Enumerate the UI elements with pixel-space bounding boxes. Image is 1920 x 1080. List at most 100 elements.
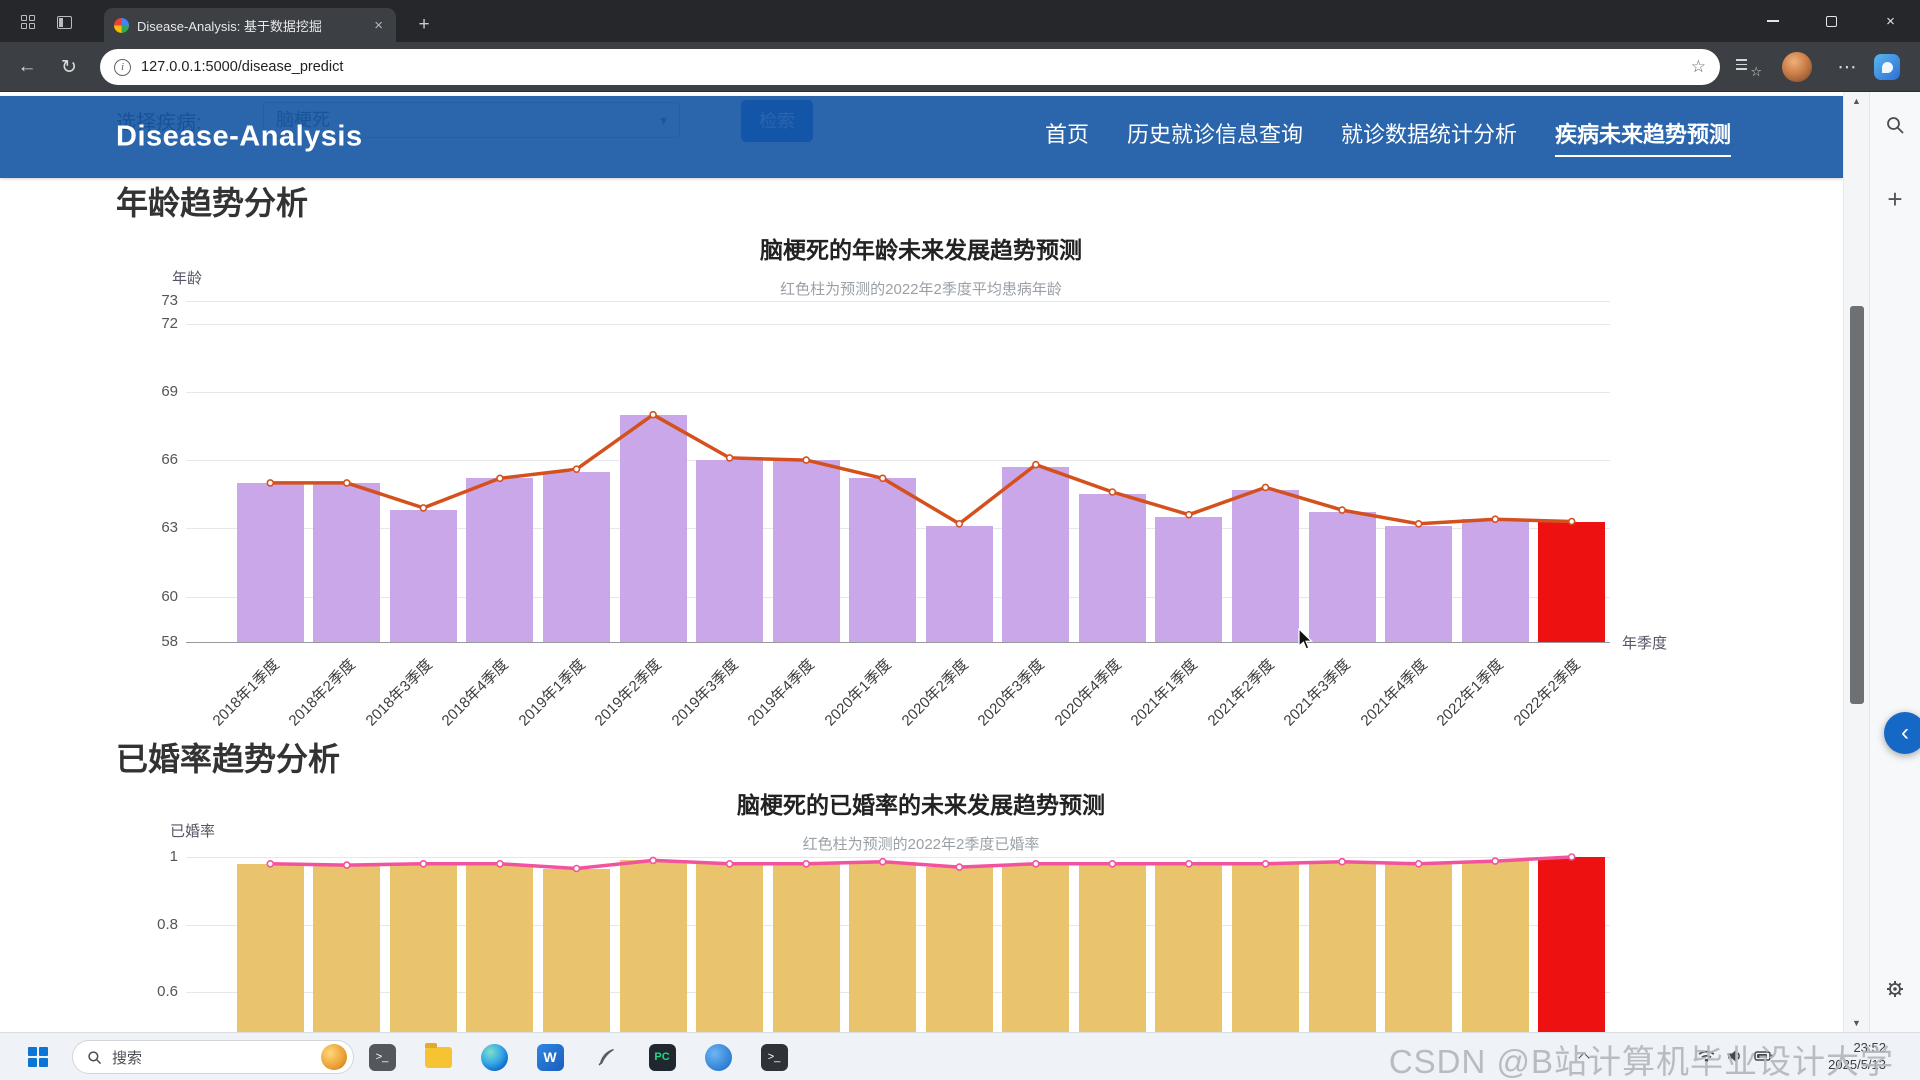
site-info-icon[interactable]: i [114, 59, 131, 76]
back-button[interactable]: ← [10, 51, 44, 83]
bar[interactable] [1002, 864, 1069, 1032]
x-tick-label: 2020年1季度 [819, 654, 895, 730]
bar[interactable] [696, 460, 763, 642]
bar[interactable] [466, 478, 533, 642]
browser-toolbar: ← ↻ i 127.0.0.1:5000/disease_predict ☆ ☆… [0, 42, 1920, 92]
sidebar-add-icon[interactable]: + [1878, 182, 1912, 216]
minimize-button[interactable] [1743, 0, 1802, 42]
bar[interactable] [390, 864, 457, 1032]
bar[interactable] [773, 460, 840, 642]
nav-item-prediction[interactable]: 疾病未来趋势预测 [1555, 117, 1731, 157]
bar[interactable] [466, 864, 533, 1032]
start-button[interactable] [28, 1047, 48, 1067]
workspaces-icon [21, 15, 35, 29]
x-tick-label: 2018年1季度 [207, 654, 283, 730]
copilot-sidebar-icon[interactable] [1874, 54, 1900, 80]
scroll-up-icon[interactable]: ▲ [1844, 96, 1869, 106]
predicted-bar[interactable] [1538, 522, 1605, 643]
taskbar-search-box[interactable]: 搜索 [72, 1040, 354, 1074]
terminal-icon[interactable]: >_ [754, 1039, 794, 1075]
search-highlight-icon[interactable] [321, 1044, 347, 1070]
bar[interactable] [237, 483, 304, 642]
age-x-axis-name: 年季度 [1622, 632, 1667, 653]
settings-menu-icon[interactable]: ⋯ [1832, 51, 1862, 83]
nav-item-statistics[interactable]: 就诊数据统计分析 [1341, 117, 1517, 157]
married-trend-chart: 0.60.81 [232, 857, 1610, 1032]
y-tick-label: 0.6 [157, 983, 178, 1000]
maximize-button[interactable] [1802, 0, 1861, 42]
gridline [186, 301, 1610, 302]
bar[interactable] [849, 478, 916, 642]
bar[interactable] [1309, 862, 1376, 1032]
new-tab-button[interactable]: + [410, 11, 438, 39]
close-button[interactable]: × [1861, 0, 1920, 42]
bar[interactable] [620, 860, 687, 1032]
bar[interactable] [696, 864, 763, 1032]
edge-side-rail: + [1869, 92, 1920, 1032]
bar[interactable] [390, 510, 457, 642]
age-trend-chart: 586063666972732018年1季度2018年2季度2018年3季度20… [232, 301, 1610, 642]
sidebar-settings-gear-icon[interactable] [1878, 972, 1912, 1006]
word-icon[interactable]: W [530, 1039, 570, 1075]
bar[interactable] [1002, 467, 1069, 642]
gridline [186, 460, 1610, 461]
bar[interactable] [313, 483, 380, 642]
bar[interactable] [543, 869, 610, 1033]
bar[interactable] [1462, 519, 1529, 642]
y-tick-label: 0.8 [157, 916, 178, 933]
bar[interactable] [926, 526, 993, 642]
bar[interactable] [1155, 517, 1222, 642]
bar[interactable] [1232, 864, 1299, 1032]
y-tick-label: 60 [161, 588, 178, 605]
url-text[interactable]: 127.0.0.1:5000/disease_predict [141, 59, 343, 75]
bar[interactable] [773, 864, 840, 1032]
browser-tab[interactable]: Disease-Analysis: 基于数据挖掘 × [104, 8, 396, 42]
bookmark-star-icon[interactable]: ☆ [1691, 57, 1706, 77]
nav-item-history[interactable]: 历史就诊信息查询 [1127, 117, 1303, 157]
bar[interactable] [849, 862, 916, 1032]
bar[interactable] [1079, 864, 1146, 1032]
bar[interactable] [543, 472, 610, 643]
y-tick-label: 1 [170, 848, 178, 865]
scrollbar-thumb[interactable] [1850, 306, 1864, 704]
tab-actions-icon[interactable] [14, 8, 42, 36]
bar[interactable] [620, 415, 687, 642]
bar[interactable] [237, 864, 304, 1032]
page-scrollbar[interactable]: ▲ ▼ [1843, 92, 1869, 1032]
close-icon: × [1886, 13, 1895, 30]
x-axis-line [186, 642, 1610, 643]
bar[interactable] [1309, 512, 1376, 642]
refresh-button[interactable]: ↻ [52, 51, 86, 83]
bar[interactable] [1079, 494, 1146, 642]
bar[interactable] [1155, 864, 1222, 1032]
csdn-watermark: CSDN @B站计算机毕业设计大学 [1389, 1035, 1894, 1080]
file-explorer-icon[interactable] [418, 1039, 458, 1075]
pycharm-icon[interactable]: PC [642, 1039, 682, 1075]
bar[interactable] [313, 865, 380, 1032]
bar[interactable] [926, 867, 993, 1032]
cmd-icon[interactable]: >_ [362, 1039, 402, 1075]
sidebar-search-icon[interactable] [1878, 108, 1912, 142]
x-tick-label: 2020年2季度 [896, 654, 972, 730]
nav-item-home[interactable]: 首页 [1045, 117, 1089, 157]
pen-icon[interactable] [586, 1039, 626, 1075]
onedrive-icon[interactable] [698, 1039, 738, 1075]
y-tick-label: 69 [161, 383, 178, 400]
bar[interactable] [1232, 490, 1299, 642]
sidebar-expand-button[interactable]: ‹ [1884, 712, 1920, 754]
tab-close-icon[interactable]: × [371, 17, 386, 34]
scroll-down-icon[interactable]: ▼ [1844, 1018, 1869, 1028]
bar[interactable] [1385, 864, 1452, 1032]
profile-avatar[interactable] [1782, 52, 1812, 82]
age-chart-header: 脑梗死的年龄未来发展趋势预测 红色柱为预测的2022年2季度平均患病年龄 [232, 231, 1610, 299]
edge-icon[interactable] [474, 1039, 514, 1075]
bar[interactable] [1385, 526, 1452, 642]
predicted-bar[interactable] [1538, 857, 1605, 1032]
favorites-hub-icon[interactable]: ☆ [1736, 56, 1760, 78]
vertical-tabs-icon[interactable] [50, 8, 78, 36]
bar[interactable] [1462, 861, 1529, 1032]
x-tick-label: 2021年1季度 [1126, 654, 1202, 730]
brand-logo[interactable]: Disease-Analysis [116, 121, 363, 154]
x-tick-label: 2018年2季度 [283, 654, 359, 730]
address-bar[interactable]: i 127.0.0.1:5000/disease_predict ☆ [100, 49, 1720, 85]
